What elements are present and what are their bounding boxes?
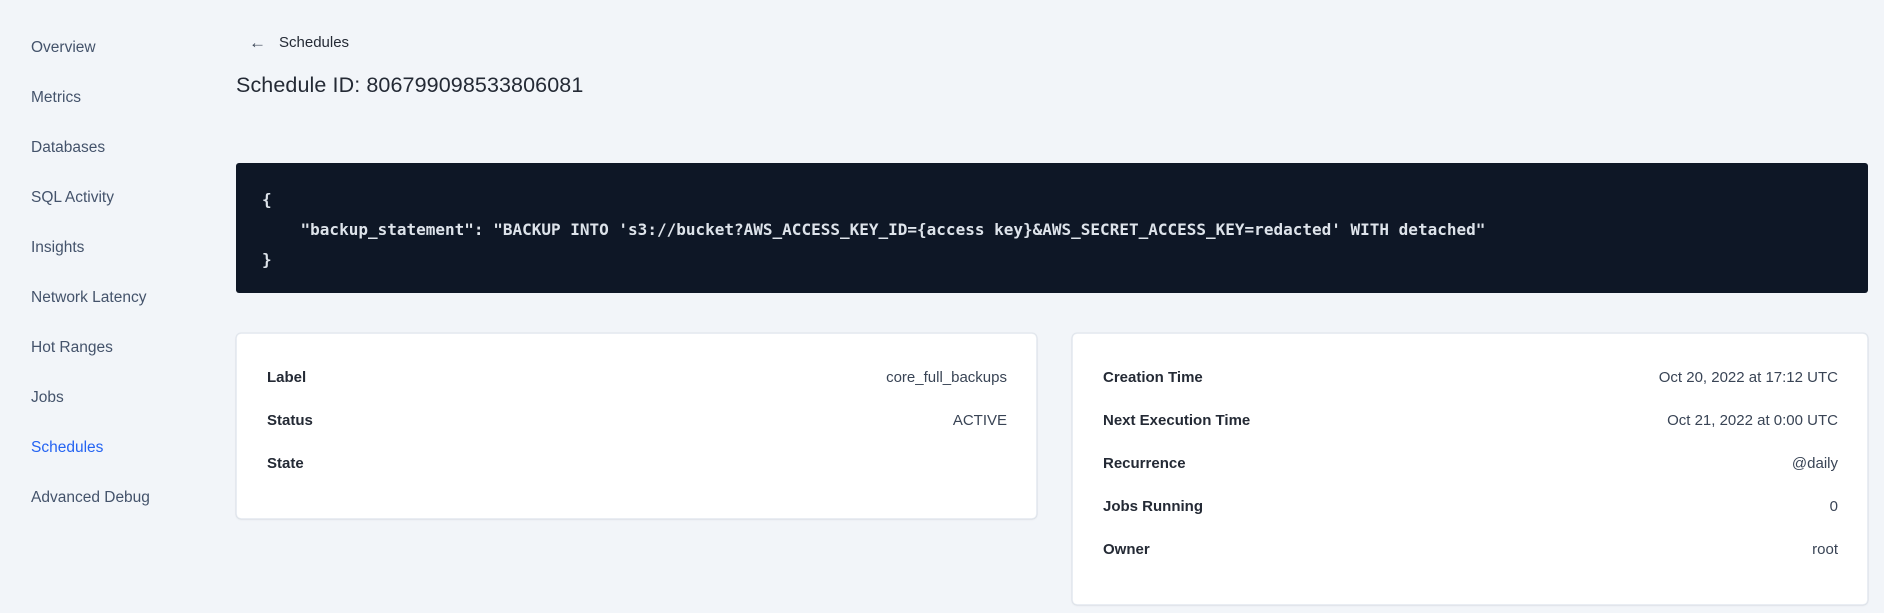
table-row: Jobs Running 0 [1103,485,1838,528]
back-link[interactable]: ← Schedules [249,34,349,51]
page-title: Schedule ID: 806799098533806081 [236,73,584,97]
next-execution-row-value: Oct 21, 2022 at 0:00 UTC [1667,412,1838,429]
table-row: Creation Time Oct 20, 2022 at 17:12 UTC [1103,356,1838,399]
sidebar-item-sql-activity[interactable]: SQL Activity [0,173,196,223]
recurrence-row-value: @daily [1791,455,1838,472]
status-row-label: Status [267,412,313,429]
sidebar-item-advanced-debug[interactable]: Advanced Debug [0,473,196,523]
back-arrow-icon: ← [249,33,266,52]
sidebar-item-overview[interactable]: Overview [0,23,196,73]
sidebar-item-metrics[interactable]: Metrics [0,73,196,123]
schedule-json-text: { "backup_statement": "BACKUP INTO 's3:/… [262,190,1486,269]
jobs-running-row-label: Jobs Running [1103,498,1203,515]
sidebar-nav: Overview Metrics Databases SQL Activity … [0,0,196,613]
creation-time-row-value: Oct 20, 2022 at 17:12 UTC [1658,369,1838,386]
sidebar-item-network-latency[interactable]: Network Latency [0,273,196,323]
owner-row-label: Owner [1103,541,1150,558]
state-row-label: State [267,455,304,472]
label-row-value: core_full_backups [886,369,1007,386]
schedule-json-block: { "backup_statement": "BACKUP INTO 's3:/… [236,163,1868,293]
sidebar-item-databases[interactable]: Databases [0,123,196,173]
sidebar-item-insights[interactable]: Insights [0,223,196,273]
execution-details-card: Creation Time Oct 20, 2022 at 17:12 UTC … [1072,333,1868,605]
table-row: Label core_full_backups [267,356,1007,399]
owner-row-value: root [1812,541,1838,558]
next-execution-row-label: Next Execution Time [1103,412,1251,429]
label-row-label: Label [267,369,307,386]
schedule-details-card: Label core_full_backups Status ACTIVE St… [236,333,1037,519]
table-row: Recurrence @daily [1103,442,1838,485]
detail-cards: Label core_full_backups Status ACTIVE St… [236,333,1868,605]
table-row: Next Execution Time Oct 21, 2022 at 0:00… [1103,399,1838,442]
creation-time-row-label: Creation Time [1103,369,1203,386]
status-row-value: ACTIVE [952,412,1007,429]
back-link-label: Schedules [279,34,350,51]
table-row: Status ACTIVE [267,399,1007,442]
sidebar-item-jobs[interactable]: Jobs [0,373,196,423]
jobs-running-row-value: 0 [1829,498,1838,515]
table-row: Owner root [1103,528,1838,571]
table-row: State [267,442,1007,485]
sidebar-item-hot-ranges[interactable]: Hot Ranges [0,323,196,373]
recurrence-row-label: Recurrence [1103,455,1186,472]
sidebar-item-schedules[interactable]: Schedules [0,423,196,473]
